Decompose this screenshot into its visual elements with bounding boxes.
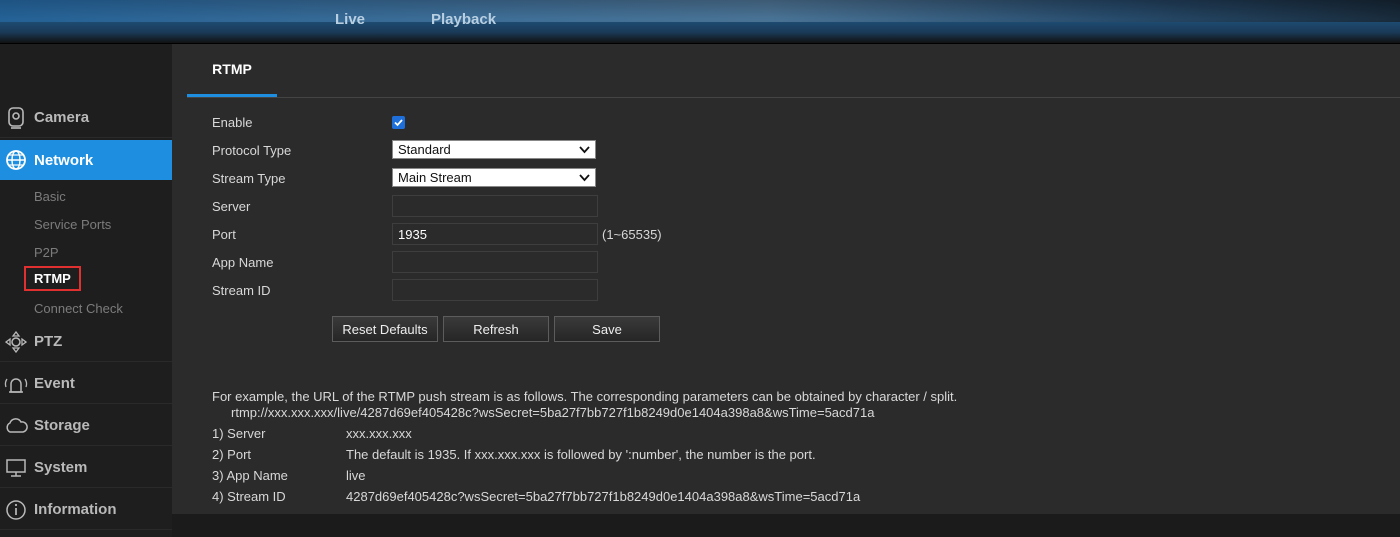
sidebar-item-label: Storage [34, 417, 90, 434]
refresh-button[interactable]: Refresh [443, 316, 549, 342]
info-icon [2, 499, 30, 521]
sidebar-subitem-service-ports[interactable]: Service Ports [34, 217, 111, 232]
protocol-type-select[interactable]: Standard [392, 140, 596, 159]
monitor-icon [2, 457, 30, 479]
sidebar-subitem-rtmp[interactable]: RTMP [24, 266, 81, 291]
help-row-key: 4) Stream ID [212, 489, 286, 504]
stream-type-label: Stream Type [212, 171, 286, 186]
save-button[interactable]: Save [554, 316, 660, 342]
sidebar-item-label: Event [34, 375, 75, 392]
alarm-icon [2, 373, 30, 395]
sidebar-item-label: System [34, 459, 88, 476]
help-row-key: 1) Server [212, 426, 266, 441]
help-intro: For example, the URL of the RTMP push st… [212, 389, 958, 404]
port-input[interactable]: 1935 [392, 223, 598, 245]
help-row-value: live [346, 468, 366, 483]
server-label: Server [212, 199, 251, 214]
tab-rtmp[interactable]: RTMP [187, 44, 277, 97]
protocol-type-label: Protocol Type [212, 143, 292, 158]
stream-id-input[interactable] [392, 279, 598, 301]
sidebar-item-storage[interactable]: Storage [0, 406, 172, 446]
nav-live[interactable]: Live [335, 11, 365, 28]
network-globe-icon [2, 149, 30, 171]
sidebar-item-camera[interactable]: Camera [0, 98, 172, 138]
help-row-value: xxx.xxx.xxx [346, 426, 412, 441]
main-panel: RTMP Enable Protocol Type Standard Strea… [172, 44, 1400, 514]
sidebar-subitem-p2p[interactable]: P2P [34, 245, 59, 260]
port-label: Port [212, 227, 236, 242]
stream-type-value: Main Stream [398, 170, 472, 185]
app-name-input[interactable] [392, 251, 598, 273]
sidebar: Camera Network Basic Service Ports P2P R… [0, 44, 182, 537]
port-range-hint: (1~65535) [602, 227, 662, 242]
server-input[interactable] [392, 195, 598, 217]
tab-divider [187, 97, 1400, 98]
camera-icon [2, 106, 30, 129]
top-bar: Live Playback [0, 0, 1400, 44]
stream-id-label: Stream ID [212, 283, 271, 298]
sidebar-subitem-connect-check[interactable]: Connect Check [34, 301, 123, 316]
help-row-value: The default is 1935. If xxx.xxx.xxx is f… [346, 447, 816, 462]
sidebar-subitem-basic[interactable]: Basic [34, 189, 66, 204]
sidebar-item-information[interactable]: Information [0, 490, 172, 530]
sidebar-item-network[interactable]: Network [0, 140, 182, 180]
sidebar-item-label: Camera [34, 109, 90, 126]
chevron-down-icon [579, 174, 590, 182]
sidebar-item-ptz[interactable]: PTZ [0, 322, 172, 362]
enable-checkbox[interactable] [392, 116, 405, 129]
sidebar-item-event[interactable]: Event [0, 364, 172, 404]
top-bar-glow [0, 0, 1400, 22]
sidebar-item-system[interactable]: System [0, 448, 172, 488]
sidebar-item-label: Information [34, 501, 117, 518]
chevron-down-icon [579, 146, 590, 154]
bottom-strip [172, 514, 1400, 537]
sidebar-item-label: PTZ [34, 333, 63, 350]
help-row-value: 4287d69ef405428c?wsSecret=5ba27f7bb727f1… [346, 489, 861, 504]
reset-defaults-button[interactable]: Reset Defaults [332, 316, 438, 342]
stream-type-select[interactable]: Main Stream [392, 168, 596, 187]
app-name-label: App Name [212, 255, 274, 270]
ptz-icon [2, 330, 30, 353]
help-url-example: rtmp://xxx.xxx.xxx/live/4287d69ef405428c… [231, 405, 875, 420]
help-row-key: 2) Port [212, 447, 252, 462]
help-row-key: 3) App Name [212, 468, 288, 483]
enable-label: Enable [212, 115, 253, 130]
nav-playback[interactable]: Playback [431, 11, 496, 28]
sidebar-item-label: Network [34, 151, 94, 169]
check-icon [394, 119, 403, 127]
protocol-type-value: Standard [398, 142, 451, 157]
cloud-icon [2, 415, 30, 437]
